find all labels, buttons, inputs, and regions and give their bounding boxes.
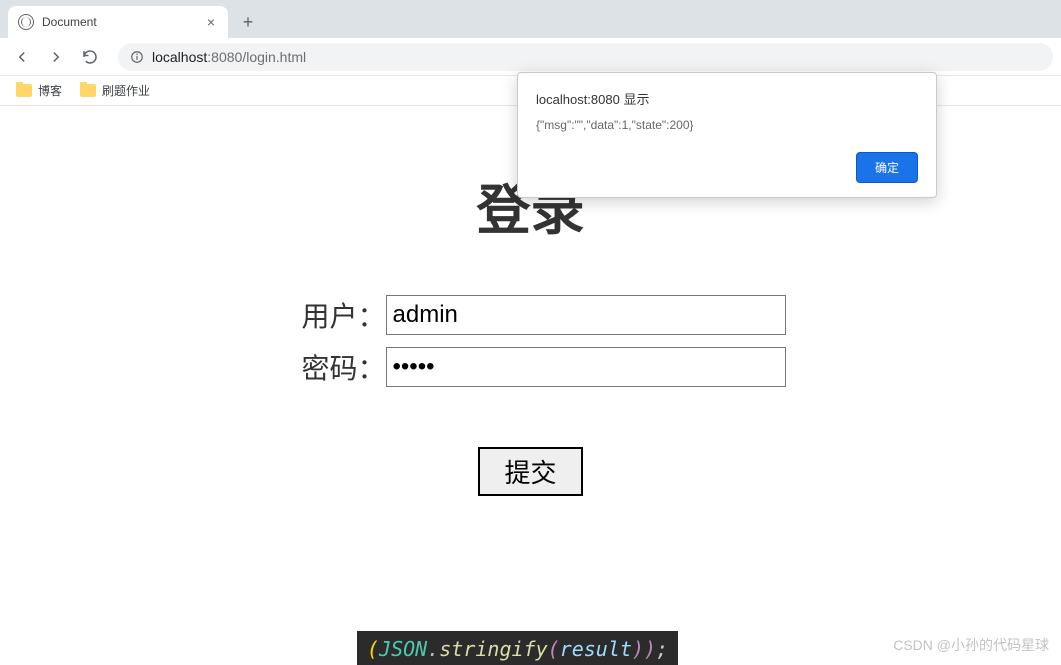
watermark: CSDN @小孙的代码星球: [893, 635, 1049, 655]
tab-strip: Document × +: [0, 0, 1061, 38]
back-button[interactable]: [8, 43, 36, 71]
submit-row: 提交: [251, 447, 811, 496]
reload-button[interactable]: [76, 43, 104, 71]
code-snippet: (JSON.stringify(result));: [357, 631, 678, 665]
bookmark-label: 博客: [38, 82, 62, 99]
bookmark-item[interactable]: 刷题作业: [80, 82, 150, 99]
bookmark-label: 刷题作业: [102, 82, 150, 99]
alert-title: localhost:8080 显示: [536, 89, 918, 108]
arrow-left-icon: [13, 48, 31, 66]
browser-toolbar: localhost:8080/login.html: [0, 38, 1061, 76]
close-icon[interactable]: ×: [204, 15, 218, 29]
password-label: 密码：: [276, 347, 386, 387]
login-form: 登录 用户： 密码： 提交: [251, 166, 811, 496]
alert-ok-button[interactable]: 确定: [856, 152, 918, 183]
url-text: localhost:8080/login.html: [152, 49, 306, 65]
submit-button[interactable]: 提交: [478, 447, 582, 496]
folder-icon: [16, 84, 32, 97]
user-input[interactable]: [386, 295, 786, 335]
alert-actions: 确定: [536, 152, 918, 183]
arrow-right-icon: [47, 48, 65, 66]
globe-icon: [18, 14, 34, 30]
address-bar[interactable]: localhost:8080/login.html: [118, 43, 1053, 71]
password-input[interactable]: [386, 347, 786, 387]
bookmark-item[interactable]: 博客: [16, 82, 62, 99]
reload-icon: [81, 48, 99, 66]
browser-tab[interactable]: Document ×: [8, 6, 228, 38]
folder-icon: [80, 84, 96, 97]
forward-button[interactable]: [42, 43, 70, 71]
info-icon[interactable]: [130, 50, 144, 64]
user-label: 用户：: [276, 295, 386, 335]
alert-body: {"msg":"","data":1,"state":200}: [536, 118, 918, 132]
new-tab-button[interactable]: +: [234, 8, 262, 36]
tab-title: Document: [42, 15, 196, 29]
alert-dialog: localhost:8080 显示 {"msg":"","data":1,"st…: [517, 72, 937, 198]
form-row-password: 密码：: [251, 347, 811, 387]
form-row-user: 用户：: [251, 295, 811, 335]
